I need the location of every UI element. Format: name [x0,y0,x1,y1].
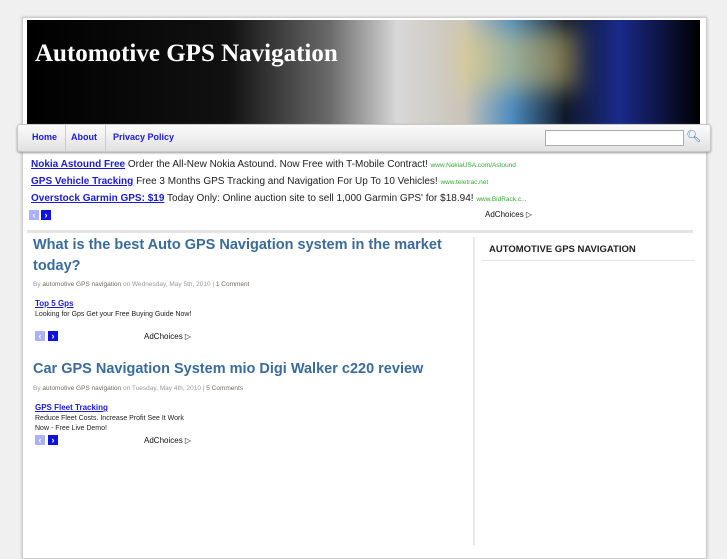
header-banner: Automotive GPS Navigation [27,20,700,124]
post-meta: By automotive GPS navigation on Wednesda… [33,281,250,288]
adchoices-link[interactable]: AdChoices ▷ [485,210,532,219]
text-ad: Nokia Astound Free Order the All-New Nok… [31,159,516,170]
ad-text: Free 3 Months GPS Tracking and Navigatio… [136,176,438,187]
sidebar-title-underline [482,260,695,261]
ad-url[interactable]: www.NokiaUSA.com/Astound [431,162,516,169]
nav-privacy-policy[interactable]: Privacy Policy [105,125,182,151]
ad-text: Order the All-New Nokia Astound. Now Fre… [127,159,428,170]
nav-bar: Home About Privacy Policy 🔍︎ [17,124,711,152]
adchoices-link[interactable]: AdChoices ▷ [144,436,191,445]
divider [27,230,693,233]
search-input[interactable] [545,130,684,146]
text-ad: Overstock Garmin GPS: $19 Today Only: On… [31,193,527,204]
magnifier-icon[interactable]: 🔍︎ [686,129,701,146]
next-ad-icon[interactable]: › [48,435,58,445]
adchoices-link[interactable]: AdChoices ▷ [144,332,191,341]
ad-text: Today Only: Online auction site to sell … [167,193,474,204]
nav-home[interactable]: Home [24,125,67,151]
ad-link[interactable]: GPS Fleet Tracking [35,403,108,412]
ad-link[interactable]: GPS Vehicle Tracking [31,176,133,187]
next-ad-icon[interactable]: › [48,331,58,341]
sidebar-divider [473,237,475,545]
prev-ad-icon[interactable]: ‹ [29,210,39,220]
ad-link[interactable]: Overstock Garmin GPS: $19 [31,193,164,204]
post-title[interactable]: What is the best Auto GPS Navigation sys… [33,235,473,277]
ad-url[interactable]: www.BidRack.c... [476,196,526,203]
ad-url[interactable]: www.teletrac.net [440,179,488,186]
prev-ad-icon[interactable]: ‹ [35,435,45,445]
post-comments[interactable]: 5 Comments [206,385,243,392]
text-ad: GPS Vehicle Tracking Free 3 Months GPS T… [31,176,488,187]
sidebar-title: AUTOMOTIVE GPS NAVIGATION [489,244,636,255]
ad-text: Reduce Fleet Costs. Increase Profit See … [35,415,184,432]
post-author[interactable]: automotive GPS navigation [42,385,121,392]
ad-link[interactable]: Nokia Astound Free [31,159,125,170]
ad-link[interactable]: Top 5 Gps [35,299,74,308]
ad-text: Looking for Gps Get your Free Buying Gui… [35,311,192,318]
prev-ad-icon[interactable]: ‹ [35,331,45,341]
inline-ad: Top 5 Gps Looking for Gps Get your Free B… [35,299,195,320]
next-ad-icon[interactable]: › [41,210,51,220]
post-author[interactable]: automotive GPS navigation [42,281,121,288]
post-title[interactable]: Car GPS Navigation System mio Digi Walke… [33,359,473,380]
site-title[interactable]: Automotive GPS Navigation [35,40,338,68]
post-comments[interactable]: 1 Comment [216,281,250,288]
post-meta: By automotive GPS navigation on Tuesday,… [33,385,244,392]
nav-about[interactable]: About [63,125,106,151]
inline-ad: GPS Fleet Tracking Reduce Fleet Costs. In… [35,403,195,434]
